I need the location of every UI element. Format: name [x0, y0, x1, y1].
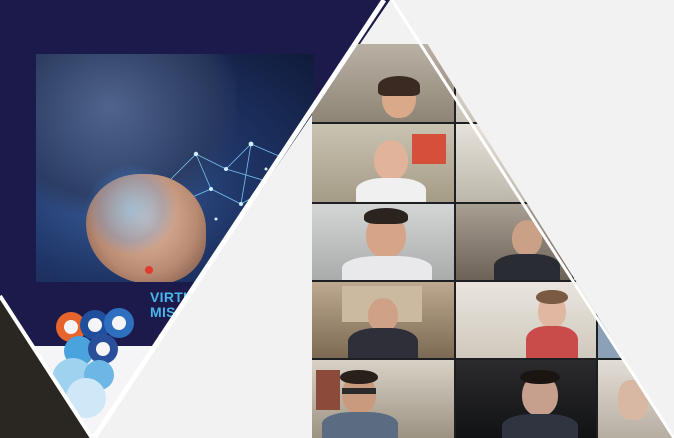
participant-grid: [312, 44, 674, 438]
participant-tile: [598, 360, 674, 438]
participant-tile: [312, 360, 454, 438]
participant-tile: [456, 44, 674, 122]
participant-tile: [456, 204, 572, 280]
participant-tile: [574, 204, 674, 280]
collage: VIRTUAL TRADE MISSION TO TURKEY 23-27 No…: [0, 0, 674, 438]
participant-tile: [312, 124, 454, 202]
participant-tile: [598, 282, 674, 358]
participant-tile: [312, 204, 454, 280]
red-dot-icon: [145, 266, 153, 274]
participant-tile: [456, 124, 674, 202]
participant-tile: [456, 282, 596, 358]
participant-tile: [312, 282, 454, 358]
participant-tile: [456, 360, 596, 438]
